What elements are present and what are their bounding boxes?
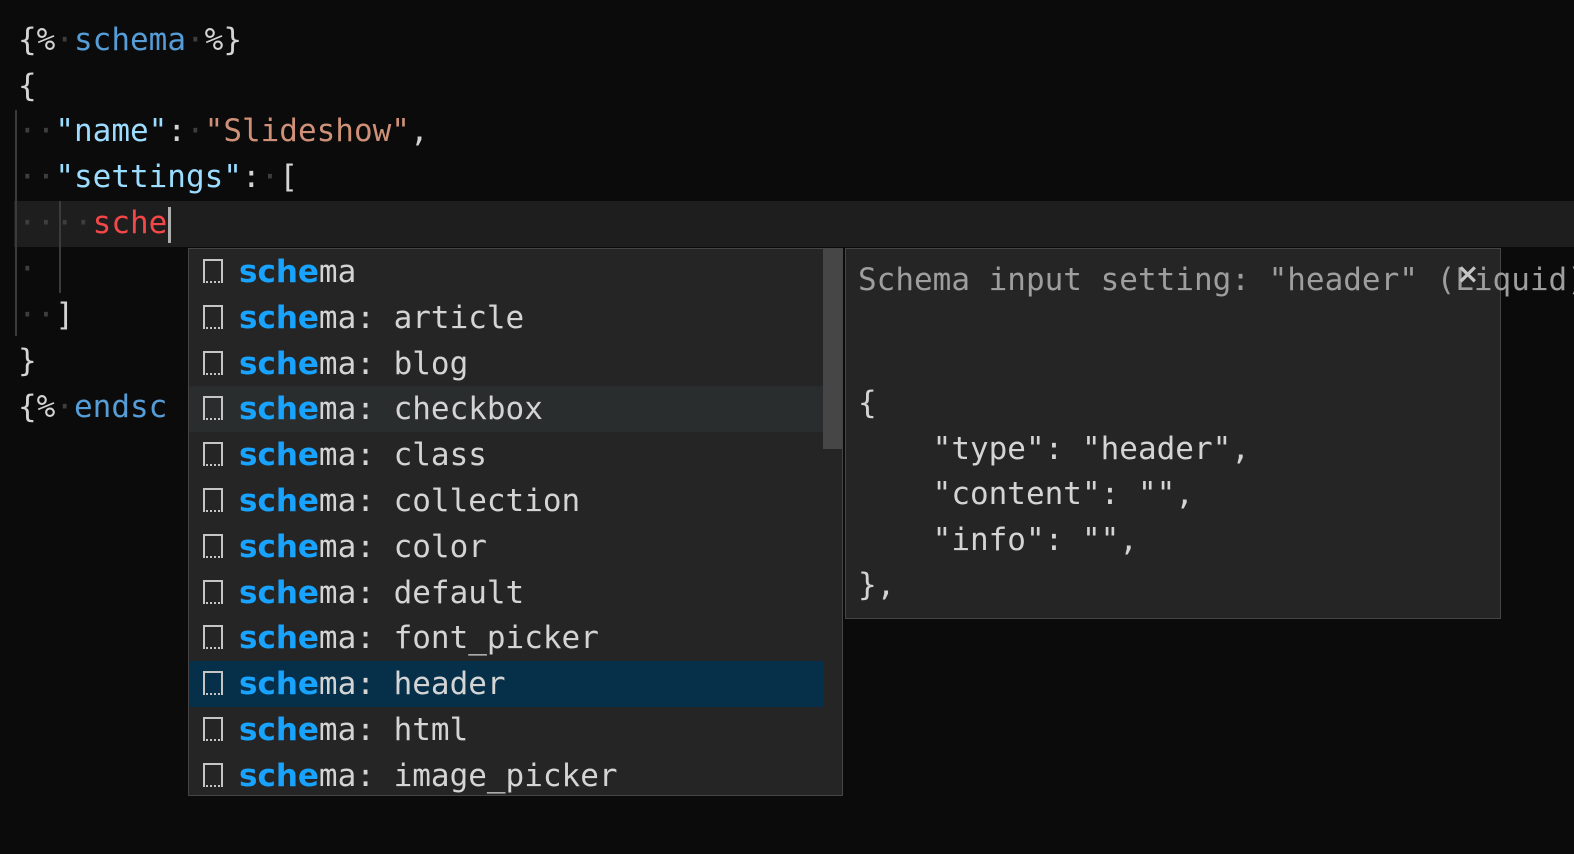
suggestion-item[interactable]: schema: class bbox=[189, 432, 823, 478]
suggestion-label: schema: collection bbox=[239, 478, 580, 524]
liquid-tag-close: %} bbox=[204, 22, 242, 58]
suggestion-label: schema bbox=[239, 249, 356, 295]
code-line-2: { bbox=[18, 68, 37, 104]
suggestion-rest: ma bbox=[318, 254, 357, 290]
json-key-settings: "settings" bbox=[55, 159, 242, 195]
code-line-1: {%·schema·%} bbox=[18, 22, 242, 58]
match-highlight: sche bbox=[239, 391, 319, 428]
json-value-name: "Slideshow" bbox=[204, 113, 410, 149]
suggestion-label: schema: article bbox=[239, 295, 524, 341]
match-highlight: sche bbox=[239, 528, 319, 565]
suggestion-rest: ma: article bbox=[318, 299, 525, 336]
suggestion-item[interactable]: schema: image_picker bbox=[189, 753, 823, 795]
typed-text: sche bbox=[92, 205, 168, 241]
suggestion-label: schema: html bbox=[239, 707, 468, 753]
suggestion-item[interactable]: schema: checkbox bbox=[189, 386, 823, 433]
match-highlight: sche bbox=[239, 254, 319, 290]
suggestion-rest: ma: default bbox=[318, 574, 525, 611]
code-line-3: ··"name":·"Slideshow", bbox=[18, 113, 429, 149]
suggestion-item[interactable]: schema: blog bbox=[189, 341, 823, 387]
suggestion-rest: ma: blog bbox=[318, 345, 469, 382]
indent-guide bbox=[15, 110, 17, 336]
json-key-name: "name" bbox=[55, 113, 168, 149]
suggestion-label: schema: color bbox=[239, 524, 487, 570]
match-highlight: sche bbox=[239, 620, 319, 657]
suggestion-label: schema: font_picker bbox=[239, 615, 599, 661]
suggestion-label: schema: header bbox=[239, 661, 506, 707]
snippet-icon bbox=[203, 762, 223, 787]
suggestion-item[interactable]: schema: font_picker bbox=[189, 615, 823, 661]
close-icon[interactable]: × bbox=[1456, 257, 1479, 290]
suggestion-rest: ma: image_picker bbox=[318, 757, 618, 794]
suggestion-rest: ma: color bbox=[318, 528, 487, 565]
match-highlight: sche bbox=[239, 437, 319, 474]
details-title: Schema input setting: "header" (Liquid) bbox=[858, 262, 1574, 298]
liquid-keyword: schema bbox=[74, 22, 186, 58]
match-highlight: sche bbox=[239, 574, 319, 611]
code-line-9: {%·endsc bbox=[18, 389, 168, 425]
suggestion-label: schema: blog bbox=[239, 341, 468, 387]
snippet-icon bbox=[203, 671, 223, 696]
suggestion-rest: ma: collection bbox=[318, 483, 581, 519]
code-line-5[interactable]: ····sche bbox=[18, 200, 172, 246]
match-highlight: sche bbox=[239, 299, 319, 336]
suggestion-label: schema: default bbox=[239, 570, 524, 616]
suggestion-label: schema: checkbox bbox=[239, 386, 543, 432]
suggestion-item[interactable]: schema: default bbox=[189, 570, 823, 616]
suggestion-label: schema: class bbox=[239, 432, 487, 478]
match-highlight: sche bbox=[239, 345, 319, 382]
suggestion-rest: ma: class bbox=[318, 437, 487, 474]
code-line-8: } bbox=[18, 343, 37, 379]
match-highlight: sche bbox=[239, 666, 319, 703]
snippet-icon bbox=[203, 533, 223, 558]
match-highlight: sche bbox=[239, 757, 319, 794]
suggestion-item[interactable]: schema: collection bbox=[189, 478, 823, 524]
text-cursor bbox=[168, 206, 172, 243]
suggestion-rest: ma: font_picker bbox=[318, 620, 599, 657]
match-highlight: sche bbox=[239, 483, 319, 519]
suggestion-item[interactable]: schema: article bbox=[189, 295, 823, 341]
snippet-icon bbox=[203, 259, 223, 283]
code-line-4: ··"settings":·[ bbox=[18, 159, 298, 195]
code-line-7: ··] bbox=[18, 297, 74, 333]
snippet-icon bbox=[203, 579, 223, 604]
current-line-highlight bbox=[14, 201, 1574, 247]
suggestion-item[interactable]: schema: color bbox=[189, 524, 823, 570]
suggestion-rest: ma: checkbox bbox=[318, 391, 543, 428]
suggestion-item[interactable]: schema: header bbox=[189, 661, 823, 708]
code-line-6: · bbox=[18, 251, 37, 287]
snippet-icon bbox=[203, 625, 223, 650]
liquid-tag-open: {% bbox=[18, 22, 56, 58]
suggestion-rest: ma: html bbox=[318, 712, 469, 748]
suggestion-item[interactable]: schema: html bbox=[189, 707, 823, 753]
scrollbar-thumb[interactable] bbox=[823, 249, 842, 449]
suggestion-label: schema: image_picker bbox=[239, 753, 618, 795]
snippet-icon bbox=[203, 350, 223, 375]
snippet-icon bbox=[203, 442, 223, 467]
suggestion-item[interactable]: schema bbox=[189, 249, 823, 295]
snippet-icon bbox=[203, 304, 223, 329]
suggestion-rest: ma: header bbox=[318, 666, 506, 703]
suggestion-scrollbar[interactable] bbox=[823, 249, 842, 795]
snippet-icon bbox=[203, 396, 223, 421]
suggestion-list[interactable]: schema schema: article schema: blog schema:… bbox=[188, 248, 843, 796]
match-highlight: sche bbox=[239, 712, 319, 748]
snippet-icon bbox=[203, 488, 223, 512]
suggestion-details: Schema input setting: "header" (Liquid) … bbox=[845, 248, 1574, 619]
snippet-icon bbox=[203, 717, 223, 741]
details-code-snippet: { "type": "header", "content": "", "info… bbox=[858, 385, 1250, 603]
